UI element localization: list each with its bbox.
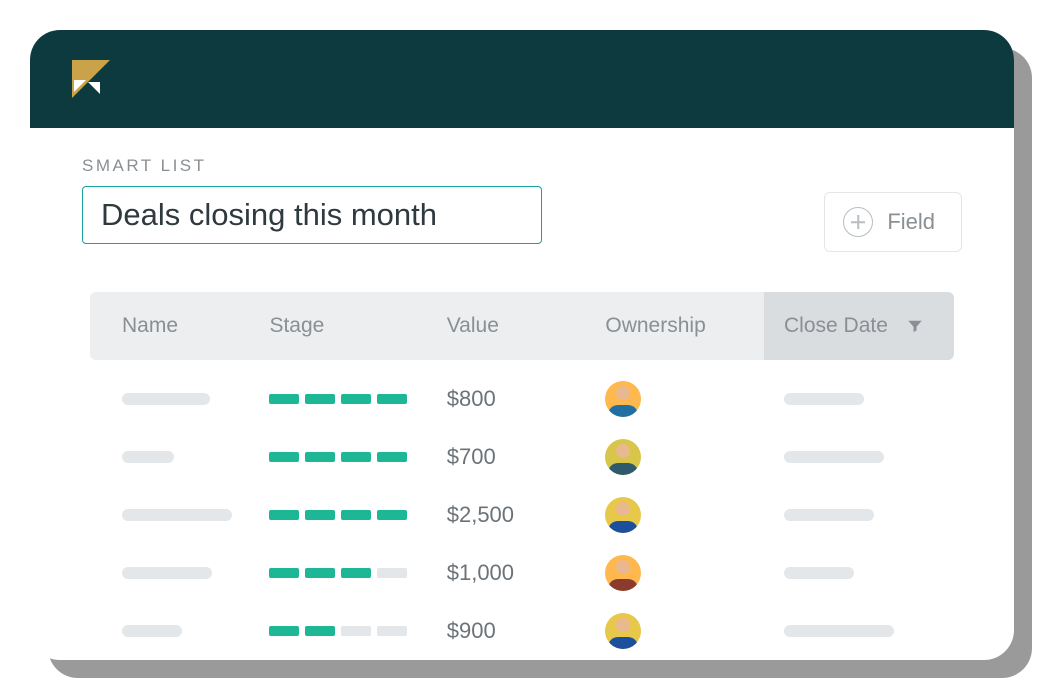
col-header-value[interactable]: Value (447, 292, 606, 360)
cell-ownership (605, 439, 764, 475)
cell-value: $900 (447, 618, 606, 644)
stage-segment (377, 452, 407, 462)
cell-close-date (764, 625, 954, 637)
table-row[interactable]: $1,000 (90, 544, 954, 602)
close-date-placeholder (784, 393, 864, 405)
close-date-placeholder (784, 451, 884, 463)
stage-segment (377, 568, 407, 578)
cell-close-date (764, 567, 954, 579)
cell-stage (269, 568, 446, 578)
stage-progress (269, 394, 407, 404)
stage-segment (269, 452, 299, 462)
name-placeholder (122, 625, 182, 637)
stage-segment (269, 394, 299, 404)
cell-ownership (605, 497, 764, 533)
stage-segment (377, 626, 407, 636)
close-date-placeholder (784, 625, 894, 637)
cell-name (90, 393, 269, 405)
name-placeholder (122, 393, 210, 405)
deals-table: Name Stage Value Ownership Close Date $8… (82, 292, 962, 660)
cell-value: $800 (447, 386, 606, 412)
name-placeholder (122, 509, 232, 521)
add-field-label: Field (887, 209, 935, 235)
col-header-stage[interactable]: Stage (269, 292, 446, 360)
stage-segment (341, 568, 371, 578)
stage-segment (377, 510, 407, 520)
cell-name (90, 567, 269, 579)
stage-segment (341, 394, 371, 404)
cell-value: $2,500 (447, 502, 606, 528)
stage-progress (269, 568, 407, 578)
cell-stage (269, 510, 446, 520)
table-row[interactable]: $700 (90, 428, 954, 486)
app-window: SMART LIST Field Name Stage Value Owners… (30, 30, 1014, 660)
app-logo-icon (66, 54, 116, 104)
owner-avatar[interactable] (605, 497, 641, 533)
stage-segment (341, 626, 371, 636)
table-row[interactable]: $800 (90, 370, 954, 428)
cell-value: $1,000 (447, 560, 606, 586)
cell-name (90, 625, 269, 637)
stage-segment (269, 568, 299, 578)
col-header-name[interactable]: Name (90, 292, 269, 360)
cell-close-date (764, 451, 954, 463)
cell-ownership (605, 555, 764, 591)
cell-name (90, 509, 269, 521)
titlebar (30, 30, 1014, 128)
stage-segment (377, 394, 407, 404)
table-row[interactable]: $2,500 (90, 486, 954, 544)
close-date-placeholder (784, 567, 854, 579)
stage-progress (269, 510, 407, 520)
list-title-input[interactable] (82, 186, 542, 244)
section-label: SMART LIST (82, 156, 962, 176)
owner-avatar[interactable] (605, 439, 641, 475)
cell-stage (269, 452, 446, 462)
stage-progress (269, 452, 407, 462)
name-placeholder (122, 567, 212, 579)
stage-segment (305, 452, 335, 462)
plus-circle-icon (843, 207, 873, 237)
add-field-button[interactable]: Field (824, 192, 962, 252)
table-row[interactable]: $900 (90, 602, 954, 660)
title-row: Field (82, 186, 962, 252)
cell-close-date (764, 393, 954, 405)
name-placeholder (122, 451, 174, 463)
stage-segment (269, 626, 299, 636)
stage-segment (305, 626, 335, 636)
cell-value: $700 (447, 444, 606, 470)
stage-segment (305, 510, 335, 520)
table-header: Name Stage Value Ownership Close Date (90, 292, 954, 360)
owner-avatar[interactable] (605, 555, 641, 591)
cell-stage (269, 626, 446, 636)
table-body: $800 $700 $2,500 $1,000 $900 (90, 370, 954, 660)
stage-segment (341, 452, 371, 462)
cell-close-date (764, 509, 954, 521)
cell-stage (269, 394, 446, 404)
cell-ownership (605, 381, 764, 417)
close-date-placeholder (784, 509, 874, 521)
owner-avatar[interactable] (605, 381, 641, 417)
col-header-close-date[interactable]: Close Date (764, 292, 954, 360)
cell-ownership (605, 613, 764, 649)
filter-icon (906, 317, 924, 335)
stage-segment (269, 510, 299, 520)
owner-avatar[interactable] (605, 613, 641, 649)
stage-segment (305, 394, 335, 404)
stage-segment (305, 568, 335, 578)
col-header-ownership[interactable]: Ownership (605, 292, 764, 360)
cell-name (90, 451, 269, 463)
col-header-close-date-label: Close Date (784, 314, 888, 338)
stage-segment (341, 510, 371, 520)
stage-progress (269, 626, 407, 636)
content-area: SMART LIST Field Name Stage Value Owners… (30, 128, 1014, 660)
